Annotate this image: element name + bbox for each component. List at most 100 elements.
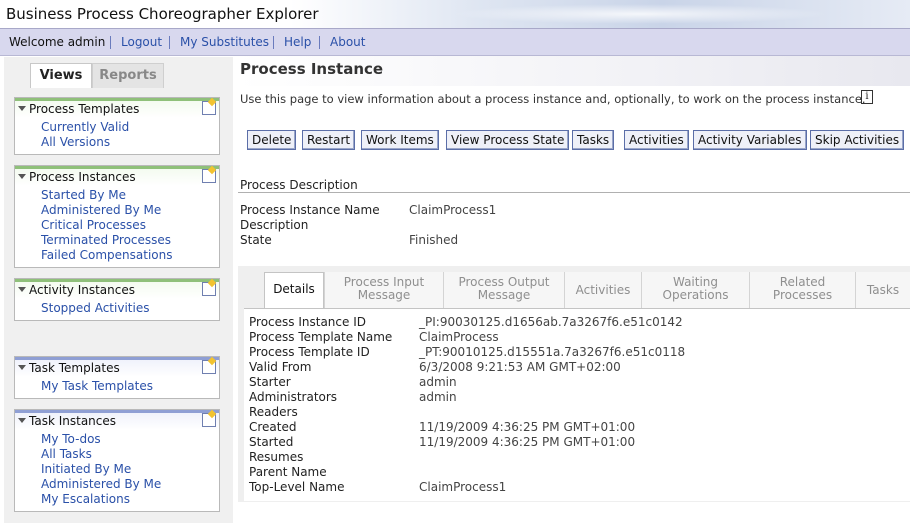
detail-label: Resumes xyxy=(249,450,304,464)
task-instances-panel: Task Instances My To-dos All Tasks Initi… xyxy=(14,409,220,512)
link-currently-valid[interactable]: Currently Valid xyxy=(41,120,219,135)
link-my-escalations[interactable]: My Escalations xyxy=(41,492,219,507)
tab-process-output-message[interactable]: Process Output Message xyxy=(443,272,564,308)
link-administered-by-me[interactable]: Administered By Me xyxy=(41,477,219,492)
detail-label: Administrators xyxy=(249,390,338,404)
tab-activities[interactable]: Activities xyxy=(564,272,641,308)
link-my-task-templates[interactable]: My Task Templates xyxy=(41,379,219,394)
tab-details[interactable]: Details xyxy=(264,272,324,309)
collapse-triangle-icon[interactable] xyxy=(18,106,26,111)
restart-button[interactable]: Restart xyxy=(302,130,356,150)
link-stopped-activities[interactable]: Stopped Activities xyxy=(41,301,219,316)
collapse-triangle-icon[interactable] xyxy=(18,174,26,179)
detail-value: 6/3/2008 9:21:53 AM GMT+02:00 xyxy=(419,360,621,374)
app-title: Business Process Choreographer Explorer xyxy=(6,5,319,23)
sidebar: Views Reports Process Templates Currentl… xyxy=(4,57,233,523)
detail-value: 11/19/2009 4:36:25 PM GMT+01:00 xyxy=(419,435,636,449)
detail-label: Readers xyxy=(249,405,298,419)
detail-label: Process Template Name xyxy=(249,330,393,344)
detail-value: 11/19/2009 4:36:25 PM GMT+01:00 xyxy=(419,420,636,434)
tasks-button[interactable]: Tasks xyxy=(572,130,615,150)
panel-header[interactable]: Process Instances xyxy=(15,166,219,186)
task-templates-panel: Task Templates My Task Templates xyxy=(14,356,220,399)
panel-header[interactable]: Activity Instances xyxy=(15,279,219,299)
nav-separator xyxy=(110,36,111,49)
header-decoration-glow xyxy=(450,4,830,24)
link-critical-processes[interactable]: Critical Processes xyxy=(41,218,219,233)
add-to-favorites-icon[interactable] xyxy=(202,169,216,183)
link-started-by-me[interactable]: Started By Me xyxy=(41,188,219,203)
logout-link[interactable]: Logout xyxy=(121,35,162,49)
detail-value: admin xyxy=(419,375,457,389)
link-my-to-dos[interactable]: My To-dos xyxy=(41,432,219,447)
add-to-favorites-icon[interactable] xyxy=(202,360,216,374)
collapse-triangle-icon[interactable] xyxy=(18,287,26,292)
detail-value: _PI:90030125.d1656ab.7a3267f6.e51c0142 xyxy=(419,315,683,329)
activity-variables-button[interactable]: Activity Variables xyxy=(693,130,807,150)
help-link[interactable]: Help xyxy=(284,35,311,49)
detail-label: Process Template ID xyxy=(249,345,370,359)
panel-title: Process Templates xyxy=(29,102,140,116)
info-icon[interactable]: i xyxy=(861,90,873,104)
link-administered-by-me[interactable]: Administered By Me xyxy=(41,203,219,218)
add-to-favorites-icon[interactable] xyxy=(202,413,216,427)
tab-waiting-operations[interactable]: Waiting Operations xyxy=(641,272,749,308)
process-templates-panel: Process Templates Currently Valid All Ve… xyxy=(14,97,220,155)
top-nav: Welcome admin Logout My Substitutes Help… xyxy=(0,28,910,56)
tab-process-input-message[interactable]: Process Input Message xyxy=(324,272,443,308)
add-to-favorites-icon[interactable] xyxy=(202,282,216,296)
link-all-versions[interactable]: All Versions xyxy=(41,135,219,150)
detail-label: Parent Name xyxy=(249,465,327,479)
detail-label: Process Instance ID xyxy=(249,315,366,329)
tab-views[interactable]: Views xyxy=(30,63,92,88)
detail-label: Top-Level Name xyxy=(249,480,345,494)
detail-label: Starter xyxy=(249,375,291,389)
detail-value: admin xyxy=(419,390,457,404)
collapse-triangle-icon[interactable] xyxy=(18,365,26,370)
link-initiated-by-me[interactable]: Initiated By Me xyxy=(41,462,219,477)
detail-value: ClaimProcess1 xyxy=(419,480,507,494)
detail-label: Started xyxy=(249,435,294,449)
page-title: Process Instance xyxy=(240,60,384,78)
activities-button[interactable]: Activities xyxy=(624,130,689,150)
detail-label: Created xyxy=(249,420,297,434)
link-failed-compensations[interactable]: Failed Compensations xyxy=(41,248,219,263)
nav-separator xyxy=(319,36,320,49)
detail-value: _PT:90010125.d15551a.7a3267f6.e51c0118 xyxy=(419,345,686,359)
field-value: ClaimProcess1 xyxy=(409,203,497,217)
panel-title: Task Instances xyxy=(29,414,117,428)
tab-tasks[interactable]: Tasks xyxy=(855,272,910,308)
field-label: Process Instance Name xyxy=(240,203,380,217)
field-label: Description xyxy=(240,218,309,232)
panel-header[interactable]: Task Instances xyxy=(15,410,219,430)
tab-reports[interactable]: Reports xyxy=(92,63,164,88)
link-all-tasks[interactable]: All Tasks xyxy=(41,447,219,462)
panel-header[interactable]: Task Templates xyxy=(15,357,219,377)
panel-title: Process Instances xyxy=(29,170,136,184)
skip-activities-button[interactable]: Skip Activities xyxy=(810,130,905,150)
page-description: Use this page to view information about … xyxy=(240,92,866,106)
panel-title: Task Templates xyxy=(29,361,120,375)
section-title-process-description: Process Description xyxy=(240,178,358,192)
delete-button[interactable]: Delete xyxy=(247,130,297,150)
process-instances-panel: Process Instances Started By Me Administ… xyxy=(14,165,220,268)
collapse-triangle-icon[interactable] xyxy=(18,418,26,423)
field-label: State xyxy=(240,233,272,247)
tab-related-processes[interactable]: Related Processes xyxy=(749,272,855,308)
work-items-button[interactable]: Work Items xyxy=(361,130,439,150)
section-divider xyxy=(238,192,910,193)
nav-separator xyxy=(169,36,170,49)
add-to-favorites-icon[interactable] xyxy=(202,101,216,115)
detail-label: Valid From xyxy=(249,360,312,374)
activity-instances-panel: Activity Instances Stopped Activities xyxy=(14,278,220,321)
view-process-state-button[interactable]: View Process State xyxy=(446,130,570,150)
detail-value: ClaimProcess xyxy=(419,330,499,344)
nav-separator xyxy=(273,36,274,49)
link-terminated-processes[interactable]: Terminated Processes xyxy=(41,233,219,248)
title-bar: Business Process Choreographer Explorer xyxy=(0,0,910,28)
panel-header[interactable]: Process Templates xyxy=(15,98,219,118)
panel-title: Activity Instances xyxy=(29,283,135,297)
field-value: Finished xyxy=(409,233,459,247)
about-link[interactable]: About xyxy=(330,35,365,49)
my-substitutes-link[interactable]: My Substitutes xyxy=(180,35,269,49)
